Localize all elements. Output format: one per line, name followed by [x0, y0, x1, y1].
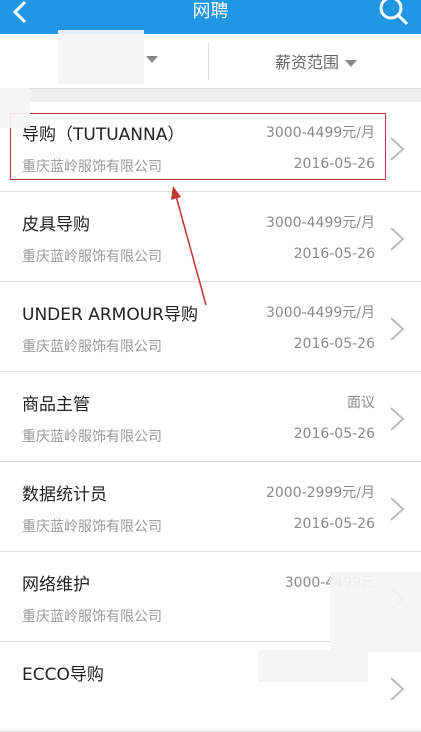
job-company: 重庆蓝岭服饰有限公司 — [22, 519, 162, 535]
blur-overlay — [58, 30, 144, 84]
job-date: 2016-05-26 — [293, 336, 375, 352]
job-item[interactable]: 数据统计员 2000-2999元/月 重庆蓝岭服饰有限公司 2016-05-26 — [0, 462, 421, 552]
search-icon[interactable] — [377, 0, 411, 30]
job-company: 重庆蓝岭服饰有限公司 — [22, 159, 162, 175]
job-item[interactable]: 皮具导购 3000-4499元/月 重庆蓝岭服饰有限公司 2016-05-26 — [0, 192, 421, 282]
job-title: 导购（TUTUANNA） — [22, 125, 185, 145]
filter-divider — [208, 42, 209, 80]
job-date: 2016-05-26 — [293, 426, 375, 442]
job-salary: 面议 — [347, 395, 375, 411]
page-title: 网聘 — [192, 1, 229, 22]
job-title: ECCO导购 — [22, 665, 104, 685]
chevron-right-icon — [390, 677, 405, 701]
salary-filter-label: 薪资范围 — [275, 53, 340, 72]
dropdown-arrow-icon — [146, 56, 158, 63]
job-company: 重庆蓝岭服饰有限公司 — [22, 339, 162, 355]
blur-overlay — [0, 88, 30, 128]
chevron-right-icon — [390, 137, 405, 161]
top-bar: 网聘 — [0, 0, 421, 34]
blur-overlay — [258, 650, 368, 682]
job-date: 2016-05-26 — [293, 156, 375, 172]
chevron-right-icon — [390, 227, 405, 251]
job-title: 皮具导购 — [22, 215, 90, 235]
job-salary: 3000-4499元/月 — [265, 215, 375, 231]
salary-filter[interactable]: 薪资范围 — [275, 49, 358, 73]
dropdown-arrow-icon — [345, 60, 358, 67]
job-date: 2016-05-26 — [293, 246, 375, 262]
job-date: 2016-05-26 — [293, 516, 375, 532]
job-item[interactable]: 商品主管 面议 重庆蓝岭服饰有限公司 2016-05-26 — [0, 372, 421, 462]
job-salary: 3000-4499元/月 — [265, 125, 375, 141]
blur-overlay — [330, 572, 421, 652]
job-company: 重庆蓝岭服饰有限公司 — [22, 249, 162, 265]
job-title: 网络维护 — [22, 575, 90, 595]
job-title: 商品主管 — [22, 395, 90, 415]
job-company: 重庆蓝岭服饰有限公司 — [22, 609, 162, 625]
job-item[interactable]: UNDER ARMOUR导购 3000-4499元/月 重庆蓝岭服饰有限公司 2… — [0, 282, 421, 372]
job-title: 数据统计员 — [22, 485, 107, 505]
job-item[interactable]: 导购（TUTUANNA） 3000-4499元/月 重庆蓝岭服饰有限公司 201… — [0, 102, 421, 192]
job-company: 重庆蓝岭服饰有限公司 — [22, 429, 162, 445]
chevron-right-icon — [390, 407, 405, 431]
chevron-right-icon — [390, 317, 405, 341]
job-salary: 2000-2999元/月 — [265, 485, 375, 501]
job-salary: 3000-4499元/月 — [265, 305, 375, 321]
chevron-right-icon — [390, 497, 405, 521]
job-title: UNDER ARMOUR导购 — [22, 305, 198, 325]
